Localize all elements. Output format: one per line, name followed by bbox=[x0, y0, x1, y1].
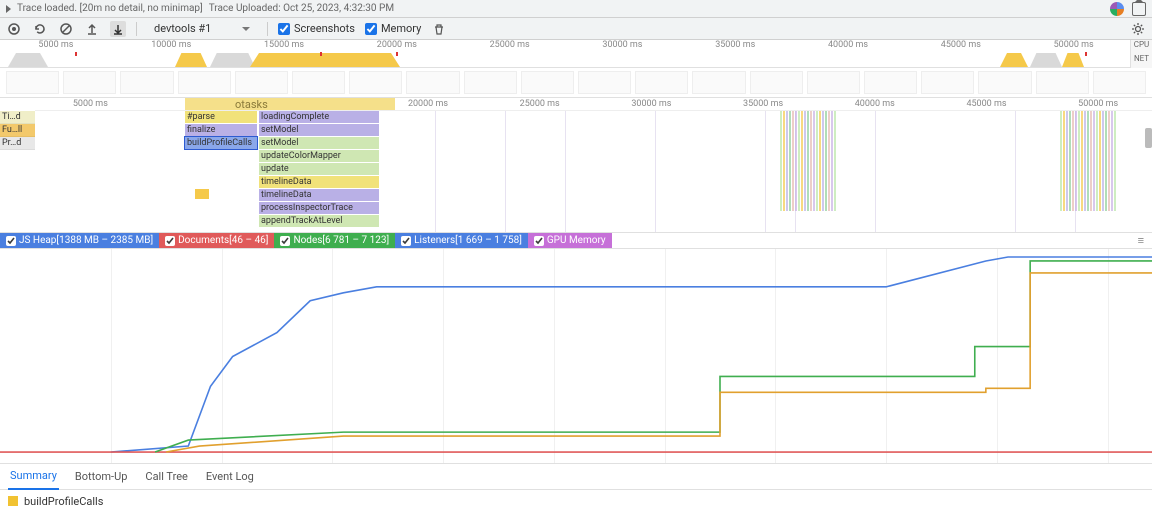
screenshot-thumb[interactable] bbox=[578, 71, 631, 94]
screenshot-thumb[interactable] bbox=[978, 71, 1031, 94]
net-label: NET bbox=[1130, 54, 1152, 68]
screenshot-thumb[interactable] bbox=[178, 71, 231, 94]
flame-bar[interactable]: timelineData bbox=[259, 189, 379, 201]
track-header[interactable]: Pr…d bbox=[0, 137, 35, 150]
session-dropdown-label: devtools #1 bbox=[154, 22, 211, 35]
memory-legend-item[interactable]: Nodes[6 781 – 7 123] bbox=[274, 233, 395, 248]
chevron-down-icon bbox=[242, 27, 250, 31]
screenshot-thumb[interactable] bbox=[120, 71, 173, 94]
flame-bar[interactable]: setModel bbox=[259, 124, 379, 136]
track-header[interactable]: Fu…ll bbox=[0, 124, 35, 137]
screenshot-thumb[interactable] bbox=[406, 71, 459, 94]
collect-garbage-button[interactable] bbox=[431, 21, 447, 37]
flame-bar[interactable]: update bbox=[259, 163, 379, 175]
screenshot-thumb[interactable] bbox=[521, 71, 574, 94]
session-dropdown[interactable]: devtools #1 bbox=[147, 19, 257, 38]
record-button[interactable] bbox=[6, 21, 22, 37]
color-swatch bbox=[8, 496, 18, 506]
screenshot-thumb[interactable] bbox=[921, 71, 974, 94]
detail-tab[interactable]: Bottom-Up bbox=[73, 464, 130, 489]
screenshot-thumb[interactable] bbox=[63, 71, 116, 94]
memory-legend: JS Heap[1388 MB – 2385 MB]Documents[46 –… bbox=[0, 233, 1152, 249]
flame-bar[interactable]: #parse bbox=[185, 111, 257, 123]
flame-bar[interactable]: finalize bbox=[185, 124, 257, 136]
screenshots-checkbox[interactable]: Screenshots bbox=[278, 22, 355, 35]
screenshot-thumb[interactable] bbox=[464, 71, 517, 94]
clear-button[interactable] bbox=[58, 21, 74, 37]
detail-tab[interactable]: Event Log bbox=[204, 464, 256, 489]
screenshot-thumb[interactable] bbox=[292, 71, 345, 94]
play-icon[interactable] bbox=[6, 5, 11, 13]
scrollbar-thumb[interactable] bbox=[1145, 128, 1152, 148]
detail-tab[interactable]: Summary bbox=[8, 463, 59, 490]
screenshots-strip[interactable] bbox=[0, 68, 1152, 98]
reload-button[interactable] bbox=[32, 21, 48, 37]
toolbar: devtools #1 Screenshots Memory bbox=[0, 18, 1152, 40]
memory-legend-item[interactable]: Documents[46 – 46] bbox=[159, 233, 274, 248]
trace-status: Trace loaded. [20m no detail, no minimap… bbox=[17, 3, 203, 14]
screenshot-thumb[interactable] bbox=[349, 71, 402, 94]
flame-bar[interactable]: processInspectorTrace bbox=[259, 202, 379, 214]
detail-tab[interactable]: Call Tree bbox=[143, 464, 189, 489]
screenshot-thumb[interactable] bbox=[807, 71, 860, 94]
cpu-label: CPU bbox=[1130, 40, 1152, 54]
memory-legend-item[interactable]: Listeners[1 669 – 1 758] bbox=[395, 233, 528, 248]
flame-bar[interactable]: updateColorMapper bbox=[259, 150, 379, 162]
memory-chart[interactable] bbox=[0, 249, 1152, 464]
selection-detail: buildProfileCalls bbox=[0, 490, 1152, 512]
selection-name: buildProfileCalls bbox=[24, 495, 103, 508]
timeline-overview[interactable]: 5000 ms10000 ms15000 ms20000 ms25000 ms3… bbox=[0, 40, 1152, 68]
memory-checkbox[interactable]: Memory bbox=[365, 22, 421, 35]
memory-legend-item[interactable]: JS Heap[1388 MB – 2385 MB] bbox=[0, 233, 159, 248]
overview-body bbox=[0, 52, 1152, 68]
screenshot-thumb[interactable] bbox=[635, 71, 688, 94]
status-bar: Trace loaded. [20m no detail, no minimap… bbox=[0, 0, 1152, 18]
memory-menu-icon[interactable]: ≡ bbox=[1130, 234, 1152, 247]
track-header[interactable]: Ti…d bbox=[0, 111, 35, 124]
screenshot-thumb[interactable] bbox=[6, 71, 59, 94]
flame-bar[interactable]: appendTrackAtLevel bbox=[259, 215, 379, 227]
upload-button[interactable] bbox=[84, 21, 100, 37]
flame-bar[interactable]: buildProfileCalls bbox=[185, 137, 257, 149]
detail-tabs: Summary Bottom-Up Call Tree Event Log bbox=[0, 464, 1152, 490]
flame-bar[interactable]: timelineData bbox=[259, 176, 379, 188]
overview-time-ruler: 5000 ms10000 ms15000 ms20000 ms25000 ms3… bbox=[0, 40, 1152, 52]
screenshot-thumb[interactable] bbox=[1036, 71, 1089, 94]
flame-bar[interactable]: loadingComplete bbox=[259, 111, 379, 123]
home-icon[interactable] bbox=[1132, 2, 1146, 16]
flame-bar[interactable]: setModel bbox=[259, 137, 379, 149]
track-sidebar[interactable]: Ti…dFu…llPr…d bbox=[0, 111, 35, 150]
screenshot-thumb[interactable] bbox=[864, 71, 917, 94]
trace-uploaded: Trace Uploaded: Oct 25, 2023, 4:32:30 PM bbox=[209, 3, 394, 14]
download-button[interactable] bbox=[110, 21, 126, 37]
screenshot-thumb[interactable] bbox=[750, 71, 803, 94]
screenshot-thumb[interactable] bbox=[692, 71, 745, 94]
screenshot-thumb[interactable] bbox=[235, 71, 288, 94]
memory-legend-item[interactable]: GPU Memory bbox=[528, 233, 612, 248]
settings-button[interactable] bbox=[1130, 21, 1146, 37]
globe-icon[interactable] bbox=[1110, 2, 1124, 16]
flame-chart[interactable]: 5000 ms10000 ms15000 ms20000 ms25000 ms3… bbox=[0, 98, 1152, 233]
screenshot-thumb[interactable] bbox=[1093, 71, 1146, 94]
flame-body[interactable]: otasks #parseloadingCompletefinalizesetM… bbox=[35, 111, 1152, 232]
microtasks-bar[interactable]: otasks bbox=[185, 98, 395, 110]
